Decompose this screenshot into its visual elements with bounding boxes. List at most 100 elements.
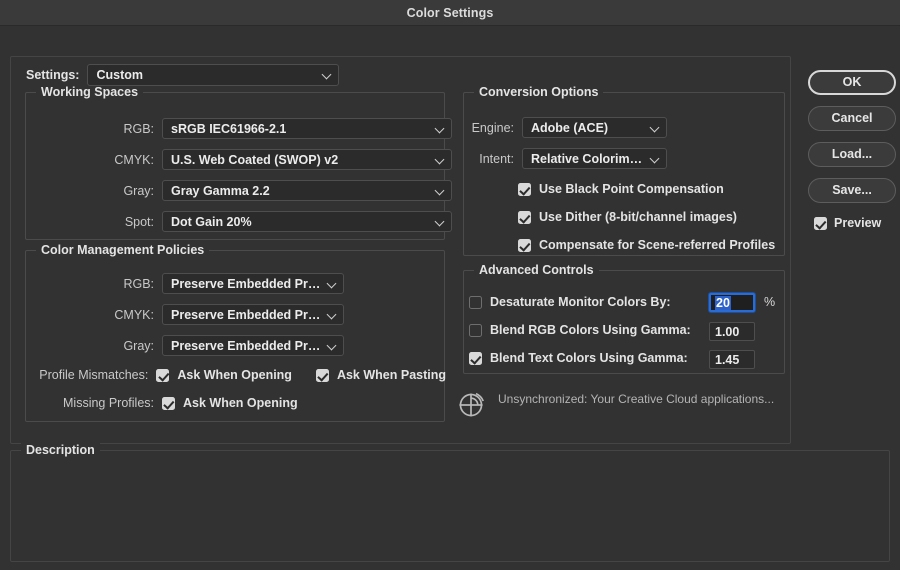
cancel-button[interactable]: Cancel	[808, 106, 896, 131]
chevron-down-icon	[435, 186, 445, 196]
working-spaces-rgb-label: RGB:	[112, 122, 154, 136]
chevron-down-icon	[327, 341, 337, 351]
policies-rgb-value: Preserve Embedded Profiles	[171, 277, 321, 291]
working-spaces-spot-value: Dot Gain 20%	[171, 215, 429, 229]
use-black-point-compensation-checkbox[interactable]: Use Black Point Compensation	[518, 182, 724, 196]
conversion-engine-select[interactable]: Adobe (ACE)	[522, 117, 667, 138]
checkbox-icon	[156, 369, 169, 382]
profile-mismatches-label: Profile Mismatches:	[26, 368, 148, 382]
settings-label: Settings:	[26, 68, 79, 82]
working-spaces-spot-select[interactable]: Dot Gain 20%	[162, 211, 452, 232]
blend-text-gamma-label: Blend Text Colors Using Gamma:	[490, 351, 688, 365]
working-spaces-gray-label: Gray:	[112, 184, 154, 198]
working-spaces-gray-value: Gray Gamma 2.2	[171, 184, 429, 198]
checkbox-icon	[469, 296, 482, 309]
working-spaces-gray-select[interactable]: Gray Gamma 2.2	[162, 180, 452, 201]
load-button[interactable]: Load...	[808, 142, 896, 167]
conversion-engine-value: Adobe (ACE)	[531, 121, 644, 135]
working-spaces-panel: Working Spaces RGB: sRGB IEC61966-2.1 CM…	[25, 92, 445, 240]
advanced-controls-legend: Advanced Controls	[474, 263, 599, 277]
working-spaces-row-spot: Spot: Dot Gain 20%	[112, 211, 452, 232]
chevron-down-icon	[650, 123, 660, 133]
policies-row-rgb: RGB: Preserve Embedded Profiles	[112, 273, 344, 294]
blend-rgb-gamma-value: 1.00	[715, 325, 739, 339]
checkbox-icon	[518, 183, 531, 196]
checkbox-icon	[469, 324, 482, 337]
policies-gray-label: Gray:	[112, 339, 154, 353]
blend-rgb-gamma-checkbox[interactable]: Blend RGB Colors Using Gamma:	[469, 323, 691, 337]
desaturate-amount-input[interactable]: 20	[709, 293, 755, 312]
working-spaces-rgb-value: sRGB IEC61966-2.1	[171, 122, 429, 136]
use-dither-label: Use Dither (8-bit/channel images)	[539, 210, 737, 224]
conversion-intent-label: Intent:	[468, 152, 514, 166]
missing-profiles-row: Missing Profiles: Ask When Opening	[26, 396, 446, 410]
dialog-body: Settings: Custom Working Spaces RGB: sRG…	[0, 26, 900, 570]
compensate-scene-referred-label: Compensate for Scene-referred Profiles	[539, 238, 775, 252]
missing-profiles-ask-opening-label: Ask When Opening	[183, 396, 298, 410]
conversion-intent-value: Relative Colorimetric	[531, 152, 644, 166]
conversion-engine-row: Engine: Adobe (ACE)	[468, 117, 667, 138]
policies-cmyk-select[interactable]: Preserve Embedded Profiles	[162, 304, 344, 325]
working-spaces-row-cmyk: CMYK: U.S. Web Coated (SWOP) v2	[112, 149, 452, 170]
color-management-policies-panel: Color Management Policies RGB: Preserve …	[25, 250, 445, 422]
working-spaces-row-gray: Gray: Gray Gamma 2.2	[112, 180, 452, 201]
save-button[interactable]: Save...	[808, 178, 896, 203]
desaturate-monitor-colors-checkbox[interactable]: Desaturate Monitor Colors By:	[469, 295, 671, 309]
conversion-intent-select[interactable]: Relative Colorimetric	[522, 148, 667, 169]
working-spaces-cmyk-select[interactable]: U.S. Web Coated (SWOP) v2	[162, 149, 452, 170]
chevron-down-icon	[327, 310, 337, 320]
ok-button[interactable]: OK	[808, 70, 896, 95]
policies-rgb-label: RGB:	[112, 277, 154, 291]
working-spaces-spot-label: Spot:	[112, 215, 154, 229]
working-spaces-row-rgb: RGB: sRGB IEC61966-2.1	[112, 118, 452, 139]
preview-checkbox[interactable]: Preview	[814, 216, 896, 230]
settings-preset-select[interactable]: Custom	[87, 64, 339, 86]
chevron-down-icon	[435, 155, 445, 165]
window-titlebar: Color Settings	[0, 0, 900, 26]
conversion-engine-label: Engine:	[468, 121, 514, 135]
desaturate-amount-value: 20	[715, 296, 731, 310]
policies-row-cmyk: CMYK: Preserve Embedded Profiles	[112, 304, 344, 325]
color-management-policies-legend: Color Management Policies	[36, 243, 209, 257]
checkbox-icon	[469, 352, 482, 365]
conversion-options-legend: Conversion Options	[474, 85, 603, 99]
missing-profiles-ask-opening-checkbox[interactable]: Ask When Opening	[162, 396, 298, 410]
missing-profiles-label: Missing Profiles:	[26, 396, 154, 410]
blend-text-gamma-value: 1.45	[715, 353, 739, 367]
settings-preset-value: Custom	[96, 68, 316, 82]
use-dither-checkbox[interactable]: Use Dither (8-bit/channel images)	[518, 210, 737, 224]
checkbox-icon	[814, 217, 827, 230]
chevron-down-icon	[322, 70, 332, 80]
description-panel: Description	[10, 450, 890, 562]
blend-text-gamma-checkbox[interactable]: Blend Text Colors Using Gamma:	[469, 351, 688, 365]
policies-row-gray: Gray: Preserve Embedded Profiles	[112, 335, 344, 356]
checkbox-icon	[316, 369, 329, 382]
chevron-down-icon	[327, 279, 337, 289]
policies-gray-value: Preserve Embedded Profiles	[171, 339, 321, 353]
working-spaces-rgb-select[interactable]: sRGB IEC61966-2.1	[162, 118, 452, 139]
profile-mismatches-row: Profile Mismatches: Ask When Opening Ask…	[26, 368, 446, 382]
blend-rgb-gamma-label: Blend RGB Colors Using Gamma:	[490, 323, 691, 337]
sync-status-text: Unsynchronized: Your Creative Cloud appl…	[498, 392, 774, 406]
conversion-intent-row: Intent: Relative Colorimetric	[468, 148, 667, 169]
desaturate-percent-unit: %	[764, 295, 775, 309]
profile-mismatches-ask-pasting-checkbox[interactable]: Ask When Pasting	[316, 368, 446, 382]
profile-mismatches-ask-pasting-label: Ask When Pasting	[337, 368, 446, 382]
sync-status-row: Unsynchronized: Your Creative Cloud appl…	[458, 390, 774, 418]
working-spaces-cmyk-value: U.S. Web Coated (SWOP) v2	[171, 153, 429, 167]
description-legend: Description	[21, 443, 100, 457]
blend-rgb-gamma-input[interactable]: 1.00	[709, 322, 755, 341]
sync-status-icon	[458, 390, 486, 418]
policies-rgb-select[interactable]: Preserve Embedded Profiles	[162, 273, 344, 294]
preview-label: Preview	[834, 216, 881, 230]
policies-gray-select[interactable]: Preserve Embedded Profiles	[162, 335, 344, 356]
advanced-controls-panel: Advanced Controls Desaturate Monitor Col…	[463, 270, 785, 374]
chevron-down-icon	[650, 154, 660, 164]
dialog-button-column: OK Cancel Load... Save... Preview	[808, 70, 896, 230]
conversion-options-panel: Conversion Options Engine: Adobe (ACE) I…	[463, 92, 785, 256]
settings-row: Settings: Custom	[26, 64, 339, 86]
chevron-down-icon	[435, 124, 445, 134]
compensate-scene-referred-checkbox[interactable]: Compensate for Scene-referred Profiles	[518, 238, 775, 252]
profile-mismatches-ask-opening-checkbox[interactable]: Ask When Opening	[156, 368, 292, 382]
blend-text-gamma-input[interactable]: 1.45	[709, 350, 755, 369]
